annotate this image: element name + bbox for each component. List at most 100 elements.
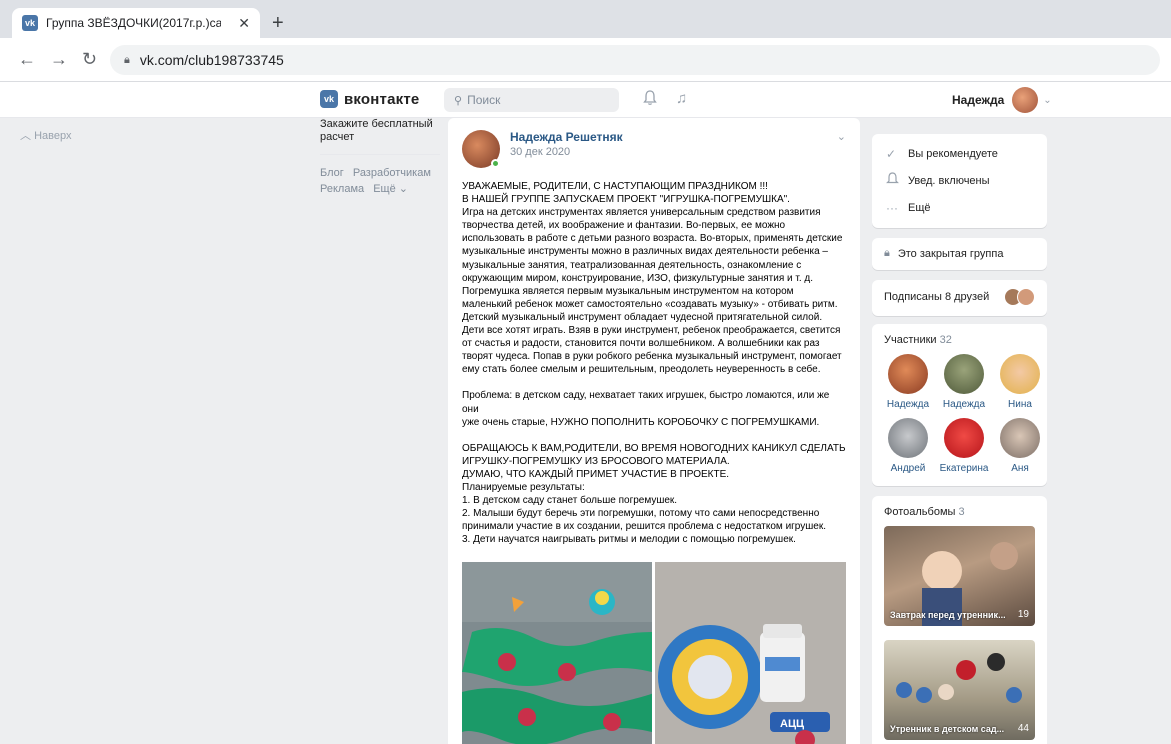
post-text-line: В НАШЕЙ ГРУППЕ ЗАПУСКАЕМ ПРОЕКТ "ИГРУШКА… <box>462 194 790 206</box>
friend-avatar <box>1017 288 1035 306</box>
post-author[interactable]: Надежда Решетняк <box>510 130 623 144</box>
post-menu-chevron-icon[interactable]: ⌄ <box>837 130 846 143</box>
member-item[interactable]: Андрей <box>880 418 936 474</box>
new-tab-button[interactable]: + <box>272 12 284 35</box>
url-text: vk.com/club198733745 <box>139 52 284 68</box>
bell-icon <box>886 172 908 189</box>
post-text-line: ему стать более смелым и решительным, пр… <box>462 364 821 376</box>
chevron-up-icon: ︿ <box>20 130 31 142</box>
scroll-up-button[interactable]: ︿ Наверх <box>20 127 71 143</box>
member-name: Екатерина <box>939 463 989 474</box>
post-text-line: Детский музыкальный инструмент обладает … <box>462 311 823 323</box>
post-text-line: 2. Малыши будут беречь эти погремушки, п… <box>462 508 820 520</box>
post-text-line: Проблема: в детском саду, нехватает таки… <box>462 390 830 415</box>
tab-title: Группа ЗВЁЗДОЧКИ(2017г.р.)са <box>46 16 221 30</box>
author-avatar[interactable] <box>462 130 500 168</box>
vk-logo-text: вконтакте <box>344 90 420 108</box>
post-text-line: музыкальные занятия, театрализованная де… <box>462 259 802 271</box>
recommend-label: Вы рекомендуете <box>908 147 998 160</box>
post-text-line: использовать в работе с детьми разного в… <box>462 233 843 245</box>
user-menu[interactable]: Надежда ⌄ <box>952 87 1052 113</box>
post-photos: АЦЦ <box>462 562 846 744</box>
divider <box>320 154 440 155</box>
post-text-line: творчества детей, их воображение и фанта… <box>462 220 786 232</box>
members-title[interactable]: Участники 32 <box>872 324 1047 346</box>
member-avatar <box>944 354 984 394</box>
member-item[interactable]: Нина <box>992 354 1048 410</box>
music-note-icon[interactable]: ♫ <box>676 90 687 107</box>
search-placeholder: Поиск <box>467 93 501 107</box>
post-text-line: маленький ребенок может самостоятельно «… <box>462 298 838 310</box>
footer-link-more[interactable]: Ещё ⌄ <box>373 183 408 195</box>
member-avatar <box>888 354 928 394</box>
online-indicator-icon <box>491 159 500 168</box>
member-avatar <box>1000 354 1040 394</box>
post-header: Надежда Решетняк 30 дек 2020 ⌄ <box>462 130 846 168</box>
left-column: Закажите бесплатный расчет Блог Разработ… <box>320 118 440 197</box>
footer-link-developers[interactable]: Разработчикам <box>353 167 431 179</box>
member-avatar <box>1000 418 1040 458</box>
user-name: Надежда <box>952 93 1005 107</box>
post-photo-bottles[interactable]: АЦЦ <box>655 562 846 744</box>
post-photo-rattles[interactable] <box>462 562 652 744</box>
recommend-button[interactable]: ✓ Вы рекомендуете <box>872 140 1047 167</box>
vk-logo[interactable]: vk вконтакте <box>320 90 419 108</box>
album-count: 44 <box>1017 723 1029 734</box>
member-name: Аня <box>1011 463 1029 474</box>
post-text-line: окружающим миром, конструирование, ИЗО, … <box>462 272 814 284</box>
chevron-down-icon: ⌄ <box>1043 94 1052 106</box>
post-text-line: от счастья и радости, становится почти в… <box>462 338 820 350</box>
lock-icon: 🔒︎ <box>124 53 130 66</box>
post-text-line <box>462 429 846 442</box>
scroll-up-label: Наверх <box>34 130 72 142</box>
post-text-line <box>462 376 846 389</box>
album-item[interactable]: Утренник в детском сад... 44 <box>884 640 1035 740</box>
vk-header: vk вконтакте ⚲ Поиск ♫ Надежда ⌄ <box>0 82 1171 118</box>
forward-arrow-icon[interactable]: → <box>50 49 68 70</box>
url-input[interactable]: 🔒︎ vk.com/club198733745 <box>110 45 1160 75</box>
photo-text: АЦЦ <box>780 718 804 730</box>
friends-block[interactable]: Подписаны 8 друзей <box>872 280 1047 316</box>
reload-icon[interactable]: ↻ <box>82 49 97 70</box>
vk-logo-icon: vk <box>320 90 338 108</box>
post-text-line: уже очень старые, НУЖНО ПОПОЛНИТЬ КОРОБО… <box>462 416 820 428</box>
member-item[interactable]: Надежда <box>880 354 936 410</box>
tab-close-icon[interactable]: ✕ <box>238 15 250 32</box>
group-actions: ✓ Вы рекомендуете Увед. включены ··· Ещё <box>872 134 1047 228</box>
album-caption: Завтрак перед утренник... <box>890 610 1006 620</box>
closed-group-block: 🔒︎ Это закрытая группа <box>872 238 1047 270</box>
address-bar: ← → ↻ 🔒︎ vk.com/club198733745 <box>0 38 1171 82</box>
wall-post: Надежда Решетняк 30 дек 2020 ⌄ УВАЖАЕМЫЕ… <box>448 118 860 744</box>
post-text-line: творят чудеса. Попав в руки робкого ребе… <box>462 351 842 363</box>
ad-text[interactable]: Закажите бесплатный расчет <box>320 118 440 144</box>
member-name: Андрей <box>890 463 926 474</box>
browser-tab[interactable]: vk Группа ЗВЁЗДОЧКИ(2017г.р.)са ✕ <box>12 8 260 38</box>
back-arrow-icon[interactable]: ← <box>18 49 36 70</box>
post-text-line: 1. В детском саду станет больше погремуш… <box>462 495 678 507</box>
notifications-button[interactable]: Увед. включены <box>872 167 1047 194</box>
notifications-label: Увед. включены <box>908 174 990 187</box>
member-name: Надежда <box>886 399 930 410</box>
member-item[interactable]: Аня <box>992 418 1048 474</box>
member-name: Надежда <box>942 399 986 410</box>
post-text-line: Планируемые результаты: <box>462 481 585 493</box>
post-text-line: ИГРУШКУ-ПОГРЕМУШКУ ИЗ БРОСОВОГО МАТЕРИАЛ… <box>462 455 730 467</box>
closed-group-label: Это закрытая группа <box>897 247 1004 260</box>
post-text-line: музыкальные инструменты можно в различны… <box>462 246 828 258</box>
post-date[interactable]: 30 дек 2020 <box>510 146 623 158</box>
footer-link-blog[interactable]: Блог <box>320 167 344 179</box>
albums-title[interactable]: Фотоальбомы 3 <box>872 496 1047 526</box>
member-item[interactable]: Надежда <box>936 354 992 410</box>
search-input[interactable]: ⚲ Поиск <box>444 88 619 112</box>
footer-link-ads[interactable]: Реклама <box>320 183 364 195</box>
footer-links: Блог Разработчикам Реклама Ещё ⌄ <box>320 165 440 197</box>
member-avatar <box>944 418 984 458</box>
notifications-bell-icon[interactable] <box>643 90 657 110</box>
friends-label: Подписаны 8 друзей <box>884 291 990 303</box>
album-caption: Утренник в детском сад... <box>890 724 1005 734</box>
member-item[interactable]: Екатерина <box>936 418 992 474</box>
member-name: Нина <box>1008 399 1032 410</box>
album-item[interactable]: Завтрак перед утренник... 19 <box>884 526 1035 626</box>
more-button[interactable]: ··· Ещё <box>872 194 1047 221</box>
post-text-line: Погремушка является первым музыкальным и… <box>462 285 794 297</box>
